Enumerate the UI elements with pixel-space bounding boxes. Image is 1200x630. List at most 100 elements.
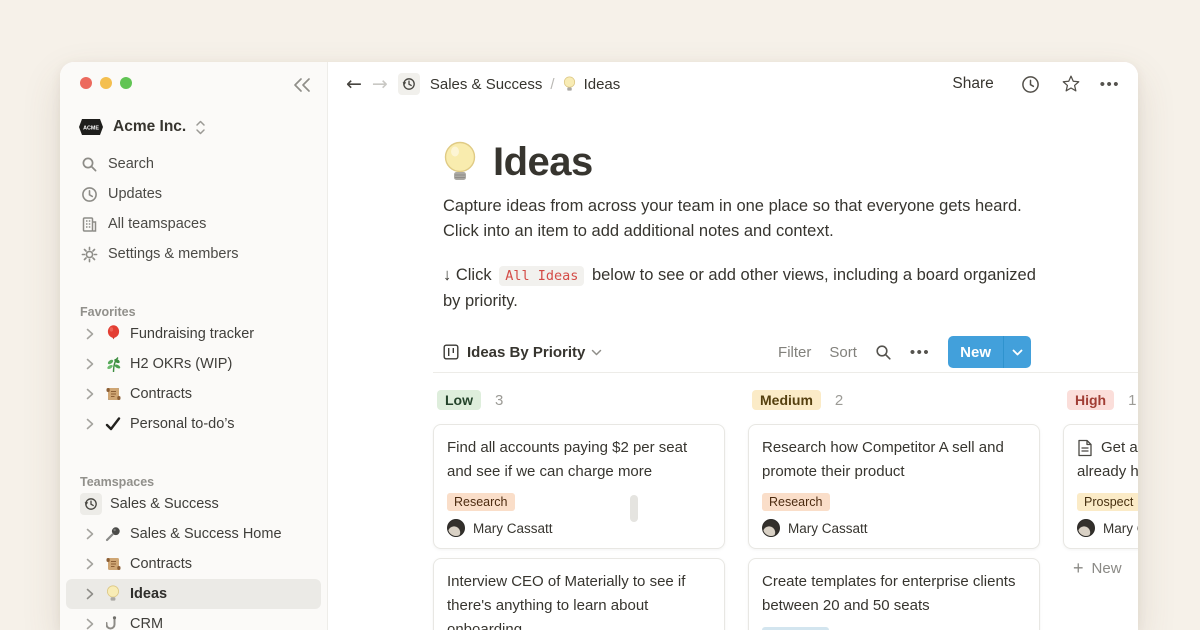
history-icon bbox=[398, 73, 420, 95]
card-person: Mary C bbox=[1077, 519, 1138, 537]
medium-count: 2 bbox=[835, 392, 843, 409]
add-new-card-button[interactable]: + New bbox=[1073, 558, 1122, 579]
page-hint: ↓ Click All Ideas below to see or add ot… bbox=[443, 263, 1047, 314]
app-window: ACME Acme Inc. Search Updates bbox=[60, 62, 1138, 630]
workspace-switcher[interactable]: ACME Acme Inc. bbox=[66, 113, 321, 141]
view-more-options-icon[interactable]: ••• bbox=[910, 344, 930, 361]
share-button[interactable]: Share bbox=[952, 75, 993, 93]
avatar bbox=[1077, 519, 1095, 537]
history-icon bbox=[80, 493, 102, 515]
chevron-right-icon[interactable] bbox=[84, 588, 96, 600]
breadcrumb-page[interactable]: Ideas bbox=[584, 76, 621, 93]
sidebar: ACME Acme Inc. Search Updates bbox=[60, 62, 328, 630]
high-count: 1 bbox=[1128, 392, 1136, 409]
card-interview-ceo[interactable]: Interview CEO of Materially to see if th… bbox=[433, 558, 725, 630]
svg-text:ACME: ACME bbox=[83, 126, 99, 132]
balloon-icon bbox=[104, 325, 122, 343]
page-icon bbox=[1077, 436, 1093, 457]
sidebar-item-contracts-favorite[interactable]: Contracts bbox=[66, 379, 321, 409]
scrollbar-thumb[interactable] bbox=[630, 495, 638, 522]
chevron-right-icon[interactable] bbox=[84, 618, 96, 630]
herb-icon bbox=[104, 355, 122, 373]
search-icon[interactable] bbox=[875, 344, 892, 361]
page-title: Ideas bbox=[493, 140, 593, 185]
card-get-all[interactable]: Get all already ha Prospect Mary C bbox=[1063, 424, 1138, 549]
forward-arrow-icon[interactable]: → bbox=[372, 75, 388, 94]
scroll-icon bbox=[104, 385, 122, 403]
new-dropdown-icon[interactable] bbox=[1004, 349, 1031, 356]
sidebar-item-updates[interactable]: Updates bbox=[60, 179, 327, 209]
workspace-selector-icon bbox=[195, 120, 206, 135]
favorites-list: Fundraising tracker H2 OKRs (WIP) Contra… bbox=[60, 319, 327, 439]
view-toolbar: Ideas By Priority Filter Sort ••• New bbox=[443, 336, 1031, 368]
sidebar-item-crm[interactable]: CRM bbox=[66, 609, 321, 630]
chevron-down-icon[interactable] bbox=[591, 349, 602, 356]
sidebar-item-sales-success[interactable]: Sales & Success bbox=[66, 489, 321, 519]
board-view-icon bbox=[443, 344, 459, 360]
card-person: Mary Cassatt bbox=[762, 519, 1026, 537]
high-priority-pill[interactable]: High bbox=[1067, 390, 1114, 410]
medium-priority-pill[interactable]: Medium bbox=[752, 390, 821, 410]
lightbulb-icon bbox=[563, 76, 576, 93]
microphone-icon bbox=[104, 525, 122, 543]
column-header-high: High 1 bbox=[1067, 390, 1136, 410]
tag-research: Research bbox=[447, 493, 515, 511]
check-icon bbox=[104, 415, 122, 433]
chevron-right-icon[interactable] bbox=[84, 328, 96, 340]
low-count: 3 bbox=[495, 392, 503, 409]
close-window-button[interactable] bbox=[80, 77, 92, 89]
chevron-right-icon[interactable] bbox=[84, 528, 96, 540]
clock-icon bbox=[80, 185, 98, 203]
breadcrumb-root[interactable]: Sales & Success bbox=[430, 76, 543, 93]
sidebar-item-ideas[interactable]: Ideas bbox=[66, 579, 321, 609]
card-person: Mary Cassatt bbox=[447, 519, 711, 537]
filter-button[interactable]: Filter bbox=[778, 344, 811, 361]
minimize-window-button[interactable] bbox=[100, 77, 112, 89]
card-find-all-accounts[interactable]: Find all accounts paying $2 per seat and… bbox=[433, 424, 725, 549]
main-content: ← → Sales & Success / Ideas Share ••• bbox=[328, 62, 1138, 630]
tag-research: Research bbox=[762, 493, 830, 511]
sidebar-item-h2-okrs[interactable]: H2 OKRs (WIP) bbox=[66, 349, 321, 379]
hook-icon bbox=[104, 615, 122, 630]
card-create-templates[interactable]: Create templates for enterprise clients … bbox=[748, 558, 1040, 630]
view-name[interactable]: Ideas By Priority bbox=[467, 344, 585, 361]
chevron-right-icon[interactable] bbox=[84, 388, 96, 400]
sidebar-item-all-teamspaces[interactable]: All teamspaces bbox=[60, 209, 327, 239]
sidebar-item-contracts-teamspace[interactable]: Contracts bbox=[66, 549, 321, 579]
toolbar-actions: Filter Sort ••• New bbox=[778, 336, 1031, 368]
acme-logo: ACME bbox=[78, 118, 104, 136]
sidebar-item-personal-todos[interactable]: Personal to-do’s bbox=[66, 409, 321, 439]
window-controls bbox=[60, 77, 327, 89]
tag-prospect: Prospect bbox=[1077, 493, 1138, 511]
down-arrow-glyph: ↓ bbox=[443, 266, 451, 284]
low-priority-pill[interactable]: Low bbox=[437, 390, 481, 410]
teamspaces-section-title: Teamspaces bbox=[60, 469, 327, 489]
plus-icon: + bbox=[1073, 558, 1084, 579]
updates-clock-icon[interactable] bbox=[1020, 73, 1042, 95]
teamspace-pages: Sales & Success Home Contracts Ideas bbox=[60, 519, 327, 630]
sidebar-item-search[interactable]: Search bbox=[60, 149, 327, 179]
chevron-right-icon[interactable] bbox=[84, 558, 96, 570]
sidebar-item-settings[interactable]: Settings & members bbox=[60, 239, 327, 269]
chevron-right-icon[interactable] bbox=[84, 418, 96, 430]
lightbulb-icon bbox=[443, 141, 477, 185]
all-ideas-code-chip: All Ideas bbox=[499, 266, 584, 286]
page-header: Ideas bbox=[443, 140, 593, 185]
back-arrow-icon[interactable]: ← bbox=[346, 75, 362, 94]
sidebar-menu: Search Updates All teamspaces Settings &… bbox=[60, 149, 327, 269]
new-button[interactable]: New bbox=[948, 336, 1031, 368]
sidebar-item-sales-success-home[interactable]: Sales & Success Home bbox=[66, 519, 321, 549]
chevron-right-icon[interactable] bbox=[84, 358, 96, 370]
zoom-window-button[interactable] bbox=[120, 77, 132, 89]
sidebar-collapse-icon[interactable] bbox=[291, 74, 313, 96]
page-content: Ideas Capture ideas from across your tea… bbox=[328, 106, 1138, 630]
more-options-icon[interactable]: ••• bbox=[1100, 76, 1120, 93]
column-header-low: Low 3 bbox=[437, 390, 503, 410]
sort-button[interactable]: Sort bbox=[829, 344, 857, 361]
sidebar-item-fundraising-tracker[interactable]: Fundraising tracker bbox=[66, 319, 321, 349]
search-icon bbox=[80, 155, 98, 173]
card-research-competitor[interactable]: Research how Competitor A sell and promo… bbox=[748, 424, 1040, 549]
column-header-medium: Medium 2 bbox=[752, 390, 843, 410]
topbar: ← → Sales & Success / Ideas Share ••• bbox=[328, 62, 1138, 106]
favorite-star-icon[interactable] bbox=[1060, 73, 1082, 95]
